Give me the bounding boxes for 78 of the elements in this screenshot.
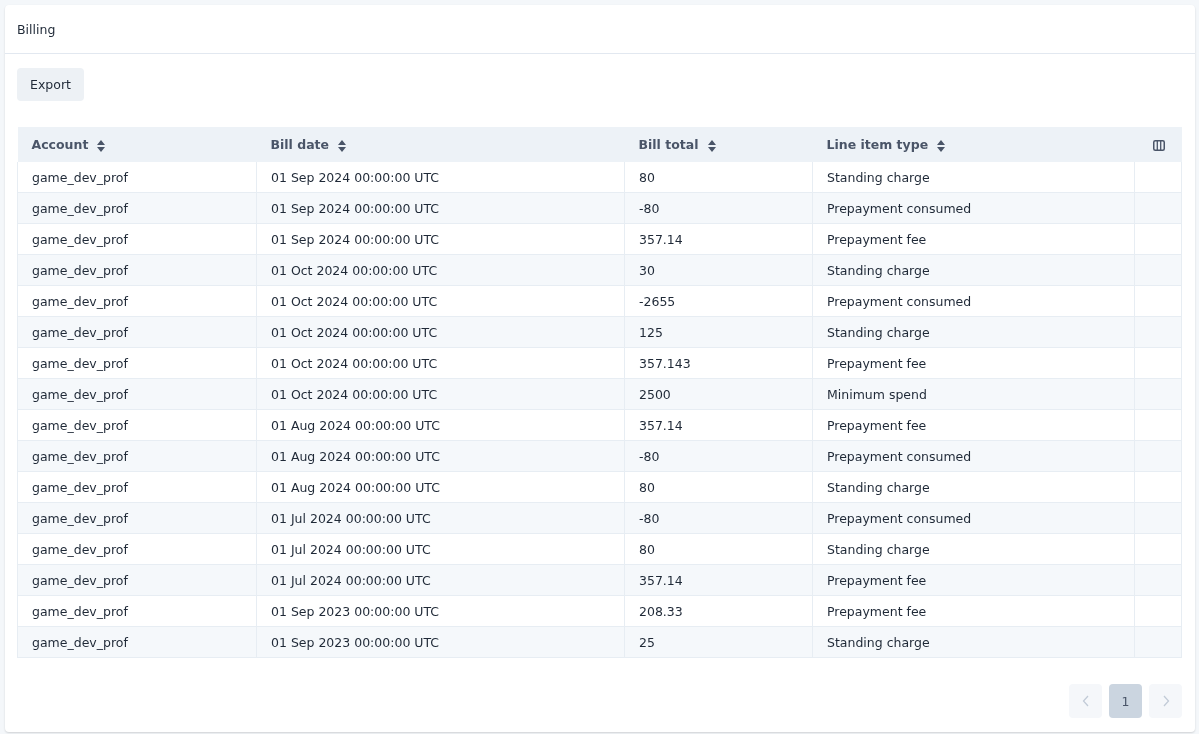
table-cell: 01 Sep 2024 00:00:00 UTC — [256, 162, 625, 193]
column-header[interactable]: Account — [31, 137, 89, 152]
chevron-right-icon — [1161, 695, 1170, 707]
export-button[interactable]: Export — [17, 68, 84, 101]
table-cell: 357.143 — [624, 347, 813, 379]
table-cell: Prepayment fee — [812, 595, 1135, 627]
table-cell: Standing charge — [812, 316, 1135, 348]
table-cell: 208.33 — [624, 595, 813, 627]
table-cell: game_dev_prof — [17, 316, 257, 348]
table-cell: 01 Aug 2024 00:00:00 UTC — [256, 440, 625, 472]
table-cell: 125 — [624, 316, 813, 348]
table-cell: 01 Jul 2024 00:00:00 UTC — [256, 564, 625, 596]
table-cell: game_dev_prof — [17, 162, 257, 193]
table-cell: Standing charge — [812, 533, 1135, 565]
table-cell: game_dev_prof — [17, 347, 257, 379]
table-cell: game_dev_prof — [17, 564, 257, 596]
table-cell: game_dev_prof — [17, 254, 257, 286]
table-cell: Standing charge — [812, 254, 1135, 286]
table-cell: 25 — [624, 626, 813, 658]
column-header[interactable]: Bill total — [638, 137, 699, 152]
table-cell: Prepayment consumed — [812, 440, 1135, 472]
table-cell: game_dev_prof — [17, 440, 257, 472]
table-cell: Prepayment consumed — [812, 502, 1135, 534]
table-cell: 01 Oct 2024 00:00:00 UTC — [256, 316, 625, 348]
table-cell: -2655 — [624, 285, 813, 317]
columns-icon[interactable] — [1152, 140, 1165, 151]
sort-icon[interactable] — [338, 139, 347, 152]
table-cell: 01 Oct 2024 00:00:00 UTC — [256, 285, 625, 317]
table-cell: game_dev_prof — [17, 502, 257, 534]
table-cell: 01 Sep 2023 00:00:00 UTC — [256, 626, 625, 658]
table-cell: game_dev_prof — [17, 409, 257, 441]
page-title: Billing — [17, 21, 56, 37]
table-cell: game_dev_prof — [17, 223, 257, 255]
table-cell: 01 Aug 2024 00:00:00 UTC — [256, 409, 625, 441]
table-cell: game_dev_prof — [17, 533, 257, 565]
table-cell: game_dev_prof — [17, 285, 257, 317]
table-cell: game_dev_prof — [17, 192, 257, 224]
table-cell: 01 Aug 2024 00:00:00 UTC — [256, 471, 625, 503]
chevron-left-icon — [1081, 695, 1090, 707]
table-cell: 30 — [624, 254, 813, 286]
table-cell: 01 Oct 2024 00:00:00 UTC — [256, 378, 625, 410]
table-cell: game_dev_prof — [17, 595, 257, 627]
table-cell: game_dev_prof — [17, 471, 257, 503]
table-cell: 357.14 — [624, 409, 813, 441]
table-cell: 80 — [624, 162, 813, 193]
column-header[interactable]: Bill date — [270, 137, 330, 152]
column-header[interactable]: Line item type — [826, 137, 929, 152]
table-cell: Prepayment fee — [812, 564, 1135, 596]
table-cell: 357.14 — [624, 223, 813, 255]
table-cell: 01 Sep 2024 00:00:00 UTC — [256, 192, 625, 224]
table-cell: 357.14 — [624, 564, 813, 596]
table-cell: 01 Sep 2023 00:00:00 UTC — [256, 595, 625, 627]
sort-icon[interactable] — [97, 139, 106, 152]
table-cell: 01 Jul 2024 00:00:00 UTC — [256, 502, 625, 534]
table-cell: -80 — [624, 502, 813, 534]
table-cell: Prepayment consumed — [812, 192, 1135, 224]
sort-icon[interactable] — [937, 139, 946, 152]
table-cell: 2500 — [624, 378, 813, 410]
table-cell: Prepayment consumed — [812, 285, 1135, 317]
table-cell: -80 — [624, 440, 813, 472]
table-cell: Prepayment fee — [812, 223, 1135, 255]
page-button[interactable]: 1 — [1109, 684, 1142, 718]
table-cell: Prepayment fee — [812, 347, 1135, 379]
table-cell: 01 Sep 2024 00:00:00 UTC — [256, 223, 625, 255]
sort-icon[interactable] — [707, 139, 716, 152]
table-cell: 01 Jul 2024 00:00:00 UTC — [256, 533, 625, 565]
table-cell: Standing charge — [812, 162, 1135, 193]
table-cell: 01 Oct 2024 00:00:00 UTC — [256, 347, 625, 379]
table-cell: 80 — [624, 471, 813, 503]
table-cell: Minimum spend — [812, 378, 1135, 410]
table-cell: -80 — [624, 192, 813, 224]
table-cell: 01 Oct 2024 00:00:00 UTC — [256, 254, 625, 286]
table-cell: game_dev_prof — [17, 626, 257, 658]
table-cell: game_dev_prof — [17, 378, 257, 410]
table-cell: Prepayment fee — [812, 409, 1135, 441]
table-cell: 80 — [624, 533, 813, 565]
table-cell: Standing charge — [812, 471, 1135, 503]
table-cell: Standing charge — [812, 626, 1135, 658]
